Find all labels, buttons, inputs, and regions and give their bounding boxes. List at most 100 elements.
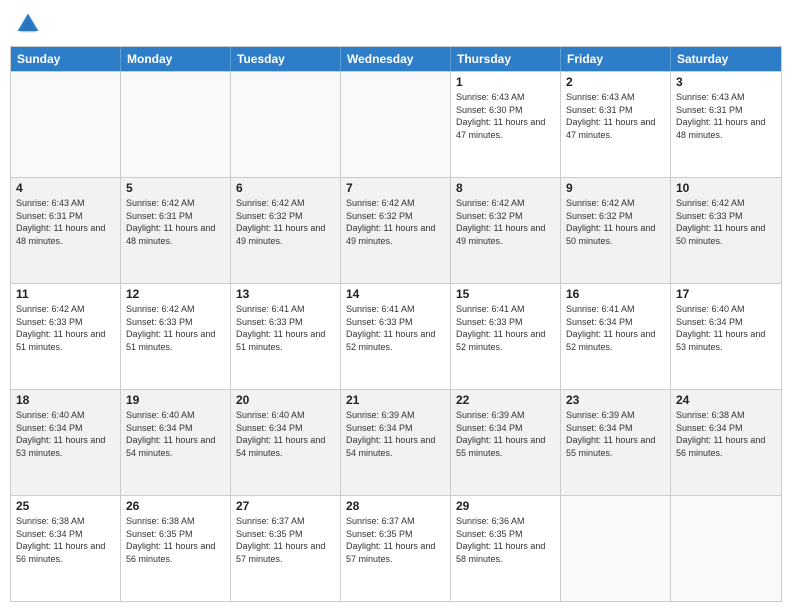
day-info: Sunrise: 6:37 AMSunset: 6:35 PMDaylight:… [236,515,335,565]
calendar-cell: 28 Sunrise: 6:37 AMSunset: 6:35 PMDayligh… [341,496,451,601]
day-number: 21 [346,393,445,407]
calendar-cell: 19Sunrise: 6:40 AMSunset: 6:34 PMDayligh… [121,390,231,495]
calendar-week-3: 11 Sunrise: 6:42 AMSunset: 6:33 PMDayligh… [11,283,781,389]
day-number: 22 [456,393,555,407]
logo-icon [14,10,42,38]
day-info: Sunrise: 6:42 AMSunset: 6:33 PMDaylight:… [126,303,225,353]
calendar-cell: 13 Sunrise: 6:41 AMSunset: 6:33 PMDayligh… [231,284,341,389]
header-day-friday: Friday [561,47,671,71]
day-info: Sunrise: 6:38 AMSunset: 6:34 PMDaylight:… [16,515,115,565]
calendar-cell: 23 Sunrise: 6:39 AMSunset: 6:34 PMDayligh… [561,390,671,495]
calendar-cell: 18 Sunrise: 6:40 AMSunset: 6:34 PMDayligh… [11,390,121,495]
calendar-cell: 7 Sunrise: 6:42 AMSunset: 6:32 PMDaylight… [341,178,451,283]
day-number: 18 [16,393,115,407]
calendar-cell: 24 Sunrise: 6:38 AMSunset: 6:34 PMDayligh… [671,390,781,495]
day-number: 5 [126,181,225,195]
calendar-body: 1 Sunrise: 6:43 AMSunset: 6:30 PMDaylight… [11,71,781,601]
calendar-cell: 22Sunrise: 6:39 AMSunset: 6:34 PMDayligh… [451,390,561,495]
day-info: Sunrise: 6:37 AMSunset: 6:35 PMDaylight:… [346,515,445,565]
calendar-cell: 20Sunrise: 6:40 AMSunset: 6:34 PMDayligh… [231,390,341,495]
calendar: SundayMondayTuesdayWednesdayThursdayFrid… [10,46,782,602]
day-info: Sunrise: 6:41 AMSunset: 6:34 PMDaylight:… [566,303,665,353]
day-number: 26 [126,499,225,513]
day-info: Sunrise: 6:43 AMSunset: 6:30 PMDaylight:… [456,91,555,141]
calendar-cell: 8 Sunrise: 6:42 AMSunset: 6:32 PMDaylight… [451,178,561,283]
day-info: Sunrise: 6:40 AMSunset: 6:34 PMDaylight:… [676,303,776,353]
day-info: Sunrise: 6:38 AMSunset: 6:34 PMDaylight:… [676,409,776,459]
calendar-cell: 9 Sunrise: 6:42 AMSunset: 6:32 PMDaylight… [561,178,671,283]
day-number: 25 [16,499,115,513]
day-number: 24 [676,393,776,407]
day-info: Sunrise: 6:42 AMSunset: 6:33 PMDaylight:… [16,303,115,353]
day-number: 10 [676,181,776,195]
logo [14,10,46,38]
header-day-sunday: Sunday [11,47,121,71]
day-info: Sunrise: 6:40 AMSunset: 6:34 PMDaylight:… [236,409,335,459]
day-info: Sunrise: 6:42 AMSunset: 6:32 PMDaylight:… [236,197,335,247]
day-number: 15 [456,287,555,301]
calendar-cell: 5 Sunrise: 6:42 AMSunset: 6:31 PMDaylight… [121,178,231,283]
day-number: 27 [236,499,335,513]
calendar-cell: 3 Sunrise: 6:43 AMSunset: 6:31 PMDaylight… [671,72,781,177]
calendar-cell [231,72,341,177]
day-info: Sunrise: 6:42 AMSunset: 6:31 PMDaylight:… [126,197,225,247]
day-info: Sunrise: 6:43 AMSunset: 6:31 PMDaylight:… [566,91,665,141]
day-info: Sunrise: 6:41 AMSunset: 6:33 PMDaylight:… [346,303,445,353]
day-number: 1 [456,75,555,89]
day-info: Sunrise: 6:41 AMSunset: 6:33 PMDaylight:… [456,303,555,353]
day-info: Sunrise: 6:40 AMSunset: 6:34 PMDaylight:… [16,409,115,459]
day-info: Sunrise: 6:38 AMSunset: 6:35 PMDaylight:… [126,515,225,565]
day-number: 28 [346,499,445,513]
day-info: Sunrise: 6:42 AMSunset: 6:32 PMDaylight:… [346,197,445,247]
calendar-cell: 12 Sunrise: 6:42 AMSunset: 6:33 PMDayligh… [121,284,231,389]
day-number: 23 [566,393,665,407]
calendar-cell: 4 Sunrise: 6:43 AMSunset: 6:31 PMDaylight… [11,178,121,283]
day-info: Sunrise: 6:39 AMSunset: 6:34 PMDaylight:… [346,409,445,459]
header-day-saturday: Saturday [671,47,781,71]
page-header [10,10,782,38]
calendar-cell [341,72,451,177]
day-number: 12 [126,287,225,301]
day-info: Sunrise: 6:42 AMSunset: 6:32 PMDaylight:… [566,197,665,247]
calendar-week-2: 4 Sunrise: 6:43 AMSunset: 6:31 PMDaylight… [11,177,781,283]
day-number: 2 [566,75,665,89]
calendar-cell [11,72,121,177]
calendar-cell: 26 Sunrise: 6:38 AMSunset: 6:35 PMDayligh… [121,496,231,601]
day-number: 17 [676,287,776,301]
day-number: 3 [676,75,776,89]
day-info: Sunrise: 6:42 AMSunset: 6:32 PMDaylight:… [456,197,555,247]
calendar-week-1: 1 Sunrise: 6:43 AMSunset: 6:30 PMDaylight… [11,71,781,177]
day-number: 4 [16,181,115,195]
calendar-week-4: 18 Sunrise: 6:40 AMSunset: 6:34 PMDayligh… [11,389,781,495]
day-info: Sunrise: 6:43 AMSunset: 6:31 PMDaylight:… [16,197,115,247]
calendar-cell: 6 Sunrise: 6:42 AMSunset: 6:32 PMDaylight… [231,178,341,283]
calendar-cell: 2 Sunrise: 6:43 AMSunset: 6:31 PMDaylight… [561,72,671,177]
calendar-cell: 11 Sunrise: 6:42 AMSunset: 6:33 PMDayligh… [11,284,121,389]
calendar-header: SundayMondayTuesdayWednesdayThursdayFrid… [11,47,781,71]
day-number: 11 [16,287,115,301]
calendar-cell: 10 Sunrise: 6:42 AMSunset: 6:33 PMDayligh… [671,178,781,283]
calendar-cell: 16 Sunrise: 6:41 AMSunset: 6:34 PMDayligh… [561,284,671,389]
calendar-cell: 1 Sunrise: 6:43 AMSunset: 6:30 PMDaylight… [451,72,561,177]
day-number: 7 [346,181,445,195]
day-number: 6 [236,181,335,195]
header-day-monday: Monday [121,47,231,71]
day-number: 16 [566,287,665,301]
day-info: Sunrise: 6:41 AMSunset: 6:33 PMDaylight:… [236,303,335,353]
day-number: 13 [236,287,335,301]
day-number: 9 [566,181,665,195]
day-number: 8 [456,181,555,195]
calendar-cell: 15 Sunrise: 6:41 AMSunset: 6:33 PMDayligh… [451,284,561,389]
calendar-cell [121,72,231,177]
day-info: Sunrise: 6:39 AMSunset: 6:34 PMDaylight:… [566,409,665,459]
header-day-thursday: Thursday [451,47,561,71]
calendar-cell: 14 Sunrise: 6:41 AMSunset: 6:33 PMDayligh… [341,284,451,389]
day-number: 14 [346,287,445,301]
calendar-cell: 25 Sunrise: 6:38 AMSunset: 6:34 PMDayligh… [11,496,121,601]
day-info: Sunrise: 6:43 AMSunset: 6:31 PMDaylight:… [676,91,776,141]
header-day-tuesday: Tuesday [231,47,341,71]
calendar-cell: 27 Sunrise: 6:37 AMSunset: 6:35 PMDayligh… [231,496,341,601]
day-info: Sunrise: 6:42 AMSunset: 6:33 PMDaylight:… [676,197,776,247]
calendar-cell [671,496,781,601]
day-number: 29 [456,499,555,513]
